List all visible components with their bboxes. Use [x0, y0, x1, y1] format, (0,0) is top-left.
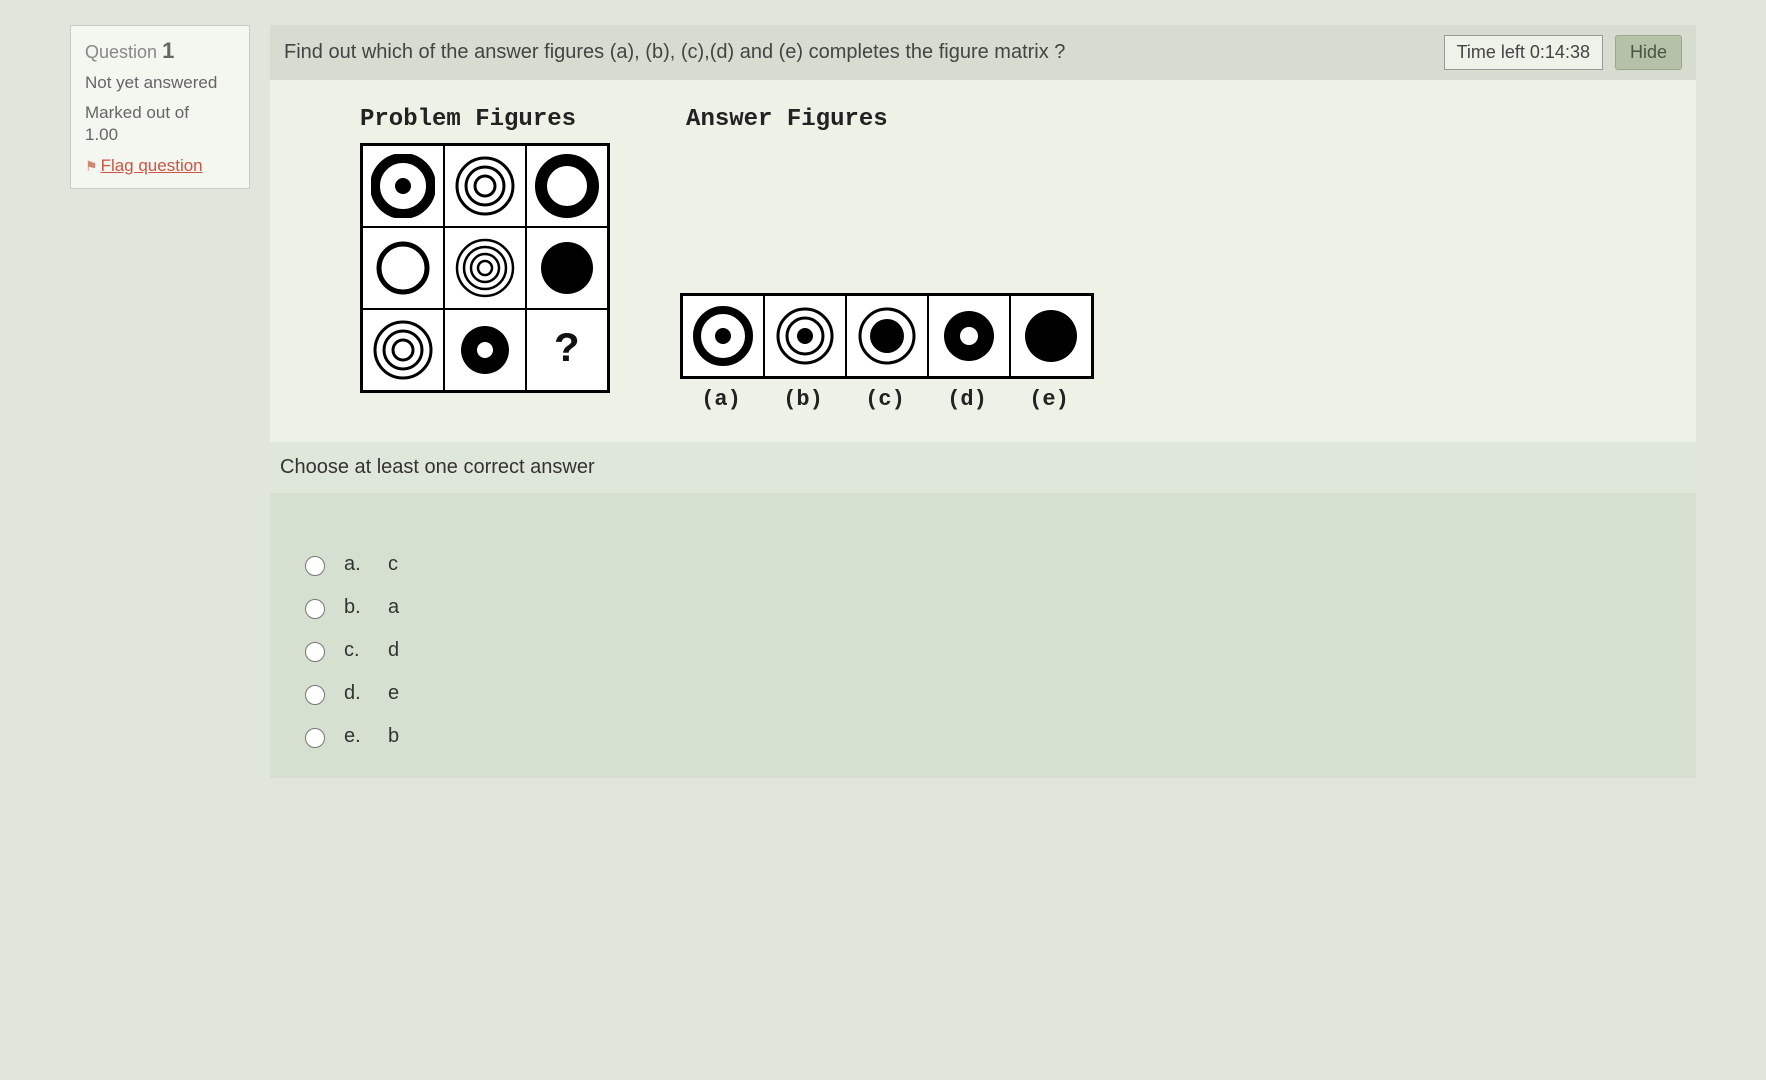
options-block: a. c b. a c. d d. e e. b: [270, 493, 1696, 778]
problem-cell-8: [444, 309, 526, 391]
answer-figures-header: Answer Figures: [686, 106, 888, 133]
option-value: a: [388, 596, 399, 619]
flag-question-link[interactable]: ⚑Flag question: [85, 156, 235, 176]
solid-ring-hole-icon: [937, 304, 1001, 368]
answer-label-b: (b): [762, 387, 844, 412]
triple-ring-icon: [453, 154, 517, 218]
answer-strip: [680, 293, 1094, 379]
answer-label-d: (d): [926, 387, 1008, 412]
option-letter: e.: [344, 725, 372, 748]
option-radio-a[interactable]: [305, 556, 325, 576]
option-a[interactable]: a. c: [300, 553, 1686, 576]
question-text: Find out which of the answer figures (a)…: [284, 41, 1432, 64]
option-c[interactable]: c. d: [300, 639, 1686, 662]
problem-cell-4: [362, 227, 444, 309]
question-info-panel: Question 1 Not yet answered Marked out o…: [70, 25, 250, 189]
answer-cell-c: [846, 295, 928, 377]
answer-label-e: (e): [1008, 387, 1090, 412]
option-letter: a.: [344, 553, 372, 576]
marks-label: Marked out of: [85, 103, 189, 122]
answer-labels: (a) (b) (c) (d) (e): [680, 387, 1094, 412]
option-d[interactable]: d. e: [300, 682, 1686, 705]
option-value: d: [388, 639, 399, 662]
option-radio-d[interactable]: [305, 685, 325, 705]
hide-button[interactable]: Hide: [1615, 35, 1682, 70]
answer-cell-d: [928, 295, 1010, 377]
option-radio-c[interactable]: [305, 642, 325, 662]
marks-value: 1.00: [85, 125, 118, 144]
option-value: c: [388, 553, 398, 576]
option-b[interactable]: b. a: [300, 596, 1686, 619]
solid-ring-hole-icon: [453, 318, 517, 382]
instruction-text: Choose at least one correct answer: [270, 442, 1696, 493]
problem-cell-1: [362, 145, 444, 227]
answer-label-c: (c): [844, 387, 926, 412]
option-value: e: [388, 682, 399, 705]
question-number: 1: [162, 38, 174, 63]
problem-cell-2: [444, 145, 526, 227]
four-ring-icon: [453, 236, 517, 300]
option-radio-e[interactable]: [305, 728, 325, 748]
option-e[interactable]: e. b: [300, 725, 1686, 748]
ring-solid-inner-icon: [855, 304, 919, 368]
option-letter: d.: [344, 682, 372, 705]
problem-cell-6: [526, 227, 608, 309]
timer-box: Time left 0:14:38: [1444, 35, 1603, 70]
flag-label: Flag question: [101, 156, 203, 175]
option-letter: b.: [344, 596, 372, 619]
option-radio-b[interactable]: [305, 599, 325, 619]
question-topbar: Find out which of the answer figures (a)…: [270, 25, 1696, 80]
solid-circle-icon: [535, 236, 599, 300]
question-label: Question: [85, 42, 157, 62]
question-marks: Marked out of 1.00: [85, 102, 235, 146]
answer-cell-e: [1010, 295, 1092, 377]
answer-cell-b: [764, 295, 846, 377]
question-mark: ?: [554, 326, 579, 374]
question-status: Not yet answered: [85, 72, 235, 94]
figure-area: Problem Figures Answer Figures: [270, 80, 1696, 442]
problem-cell-5: [444, 227, 526, 309]
problem-cell-9: ?: [526, 309, 608, 391]
content-panel: Find out which of the answer figures (a)…: [270, 25, 1696, 778]
answer-label-a: (a): [680, 387, 762, 412]
answer-block: (a) (b) (c) (d) (e): [680, 293, 1094, 412]
triple-ring-icon: [371, 318, 435, 382]
problem-cell-7: [362, 309, 444, 391]
problem-grid: ?: [360, 143, 610, 393]
answer-cell-a: [682, 295, 764, 377]
option-letter: c.: [344, 639, 372, 662]
thick-ring-icon: [535, 154, 599, 218]
thin-ring-icon: [371, 236, 435, 300]
problem-cell-3: [526, 145, 608, 227]
solid-circle-icon: [1019, 304, 1083, 368]
ring-dot-icon: [691, 304, 755, 368]
flag-icon: ⚑: [85, 158, 98, 175]
problem-figures-header: Problem Figures: [360, 106, 576, 133]
ring-thick-dot-icon: [371, 154, 435, 218]
option-value: b: [388, 725, 399, 748]
question-title: Question 1: [85, 38, 235, 64]
double-ring-dot-icon: [773, 304, 837, 368]
